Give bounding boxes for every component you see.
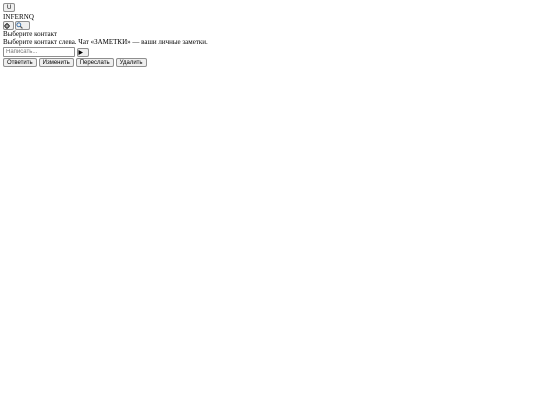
- gear-icon: [4, 22, 13, 29]
- forward-button[interactable]: Переслать: [75, 58, 114, 67]
- user-menu-button[interactable]: U: [3, 3, 16, 12]
- toolbar: [3, 21, 540, 30]
- top-bar: U: [3, 3, 540, 12]
- chat-hint: Выберите контакт слева. Чат «ЗАМЕТКИ» — …: [3, 38, 208, 46]
- message-actions: Ответить Изменить Переслать Удалить: [3, 58, 540, 67]
- reply-button[interactable]: Ответить: [3, 58, 37, 67]
- send-arrow-icon: [78, 49, 88, 55]
- edit-button[interactable]: Изменить: [38, 58, 74, 67]
- search-button[interactable]: [15, 21, 30, 30]
- message-composer: [3, 47, 540, 57]
- send-button[interactable]: [77, 47, 89, 57]
- delete-button[interactable]: Удалить: [115, 58, 147, 67]
- search-icon: [16, 22, 29, 29]
- app-brand: INFERNQ: [3, 13, 35, 21]
- message-input[interactable]: [3, 47, 75, 57]
- settings-button[interactable]: [3, 21, 14, 30]
- app-root: U INFERNQ Выберите контакт Выберите конт…: [0, 0, 540, 67]
- chat-title: Выберите контакт: [3, 30, 58, 38]
